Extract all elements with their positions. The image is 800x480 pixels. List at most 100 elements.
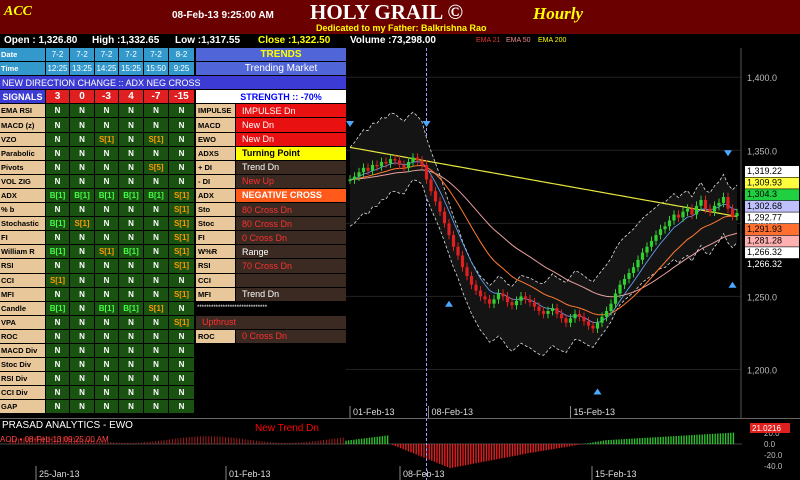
candle-body	[393, 159, 397, 161]
indicator-value: S[1]	[169, 245, 195, 260]
indicator-value: N	[169, 400, 195, 415]
candle-body	[460, 255, 465, 268]
indicator-label: Pivots	[0, 160, 46, 175]
indicator-value: N	[169, 118, 195, 133]
indicator-value: N	[144, 386, 169, 401]
indicator-value: N	[46, 174, 70, 189]
trend-label: FI	[196, 231, 236, 246]
indicator-value: S[1]	[144, 301, 169, 316]
indicator-value: N	[46, 287, 70, 302]
indicator-value: N	[95, 174, 119, 189]
price-label: 1,304.3	[747, 189, 777, 199]
time-cell: 9:25	[169, 62, 195, 77]
indicator-value: N	[70, 329, 95, 344]
ewo-x-label: 01-Feb-13	[229, 469, 271, 479]
candle-body	[442, 211, 447, 224]
candle-body	[469, 275, 474, 285]
time-label: Time	[0, 62, 46, 77]
indicator-value: S[1]	[95, 245, 119, 260]
trend-label: - DI	[196, 174, 236, 189]
indicator-label: William R	[0, 245, 46, 260]
candle-body	[654, 235, 658, 241]
indicator-value: N	[119, 118, 144, 133]
indicator-value: S[1]	[95, 132, 119, 147]
indicator-value: N	[46, 386, 70, 401]
candle-body	[685, 208, 690, 212]
date-cell: 7-2	[70, 48, 95, 63]
candle-body	[555, 308, 559, 314]
indicator-value: N	[46, 259, 70, 274]
indicator-value: N	[70, 245, 95, 260]
candle-body	[676, 214, 681, 218]
indicator-value: S[1]	[169, 231, 195, 246]
indicator-value: N	[169, 358, 195, 373]
indicator-value: N	[70, 160, 95, 175]
ewo-title: PRASAD ANALYTICS - EWO	[2, 420, 133, 431]
indicator-value: N	[70, 301, 95, 316]
candle-body	[411, 157, 415, 162]
candle-body	[523, 296, 528, 300]
indicator-value: N	[144, 217, 169, 232]
indicator-value: N	[46, 343, 70, 359]
indicator-value: N	[144, 231, 169, 246]
candle-body	[717, 202, 721, 206]
ewo-y-tick: 0.0	[764, 440, 776, 449]
price-label: 1,266.32	[747, 247, 782, 257]
indicator-value: N	[70, 104, 95, 119]
candle-body	[681, 211, 685, 218]
indicator-label: MACD Div	[0, 343, 46, 359]
indicator-value: N	[144, 118, 169, 133]
empty-cell	[196, 386, 367, 401]
date-cell: 8-2	[169, 48, 195, 63]
ema21-legend: EMA 21	[476, 37, 501, 44]
indicator-value: B[1]	[119, 245, 144, 260]
indicator-value: N	[46, 400, 70, 415]
indicator-value: N	[70, 118, 95, 133]
indicator-value: B[1]	[46, 188, 70, 204]
indicator-label: FI	[0, 231, 46, 246]
candle-body	[438, 201, 442, 212]
indicator-value: S[1]	[70, 217, 95, 232]
indicator-value: B[1]	[46, 245, 70, 260]
signal-count: -3	[95, 90, 119, 105]
trend-label: Stoc	[196, 217, 236, 232]
trend-label: RSI	[196, 259, 236, 274]
candle-body	[703, 199, 708, 209]
ewo-y-tick: -20.0	[764, 451, 783, 460]
candle-body	[424, 164, 429, 180]
candle-body	[577, 313, 582, 317]
candle-body	[532, 302, 537, 307]
empty-cell	[196, 400, 367, 415]
indicator-value: N	[169, 132, 195, 147]
indicator-value: N	[70, 203, 95, 218]
candle-body	[370, 164, 375, 171]
candle-body	[352, 176, 357, 180]
candle-body	[375, 164, 379, 167]
ema200-legend: EMA 200	[538, 37, 567, 44]
indicator-value: S[1]	[169, 287, 195, 302]
candle-body	[510, 302, 514, 306]
indicator-label: Stochastic	[0, 217, 46, 232]
indicator-label: ADX	[0, 188, 46, 204]
indicator-value: N	[46, 118, 70, 133]
ewo-signal: New Trend Dn	[255, 423, 319, 434]
trend-label: ADXS	[196, 146, 236, 161]
indicator-value: N	[144, 400, 169, 415]
ewo-y-tick: -40.0	[764, 462, 783, 471]
indicator-value: N	[95, 287, 119, 302]
indicator-value: N	[169, 329, 195, 344]
indicator-value: B[1]	[46, 217, 70, 232]
indicator-label: % b	[0, 203, 46, 218]
candle-body	[519, 296, 523, 301]
candle-body	[573, 313, 577, 319]
trend-value: Upthrust	[196, 315, 367, 330]
x-tick-label: 01-Feb-13	[353, 407, 395, 417]
price-chart[interactable]: 1,200.01,250.01,300.01,350.01,400.001-Fe…	[346, 48, 800, 418]
candle-body	[735, 213, 739, 217]
candle-body	[604, 311, 609, 317]
candle-body	[492, 299, 496, 304]
candle-body	[348, 179, 352, 182]
indicator-value: N	[119, 203, 144, 218]
indicator-label: CCI Div	[0, 386, 46, 401]
candle-body	[501, 293, 505, 297]
